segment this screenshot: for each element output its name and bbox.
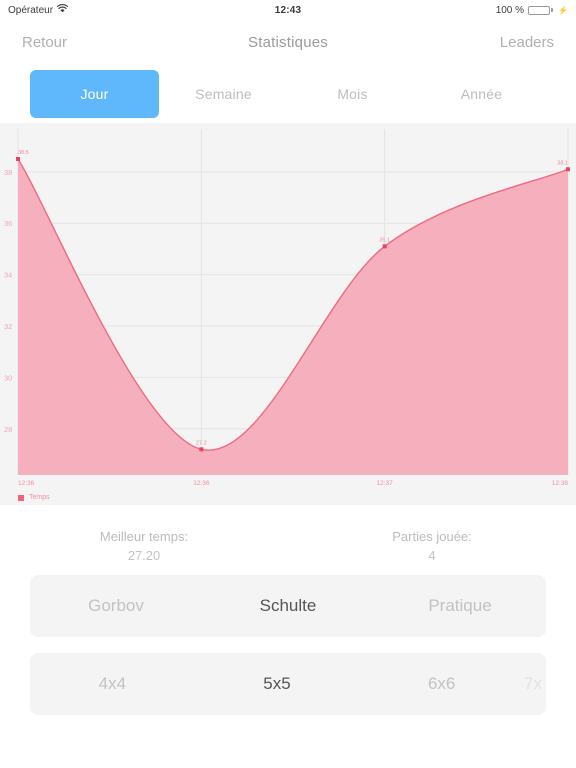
tab-annee[interactable]: Année <box>417 70 546 118</box>
page-title: Statistiques <box>248 33 328 51</box>
mode-option-pratique[interactable]: Pratique <box>374 596 546 616</box>
stat-best-time-value: 27.20 <box>127 548 161 563</box>
statistics-chart[interactable]: 38 36 34 32 30 28 12:36 12:36 12:37 12:38 38.5 27.2… <box>0 123 576 505</box>
svg-text:32: 32 <box>4 322 12 331</box>
status-bar-clock: 12:43 <box>274 4 302 16</box>
svg-text:27.2: 27.2 <box>196 440 207 446</box>
size-selector[interactable]: 4x4 5x5 6x6 7x <box>30 653 546 715</box>
wifi-icon <box>56 4 69 16</box>
svg-text:38.1: 38.1 <box>557 160 568 166</box>
battery-percent-label: 100 % <box>495 4 525 16</box>
stat-best-time-label: Meilleur temps: <box>99 529 189 544</box>
size-option-6x6[interactable]: 6x6 <box>359 674 524 694</box>
lightning-bolt-icon: ⚡ <box>558 5 569 15</box>
tab-jour[interactable]: Jour <box>30 69 159 118</box>
legend-swatch-temps <box>18 494 24 501</box>
carrier-label: Opérateur <box>8 4 54 16</box>
summary-stats: Meilleur temps: 27.20 Parties jouée: 4 <box>0 505 576 575</box>
battery-full-icon <box>528 5 554 15</box>
status-bar-right: 100 % ⚡ <box>301 5 568 16</box>
chart-canvas: 38 36 34 32 30 28 12:36 12:36 12:37 12:38 38.5 27.2… <box>0 123 576 505</box>
status-bar: Opérateur 12:43 100 % ⚡ <box>0 0 576 20</box>
size-option-4x4[interactable]: 4x4 <box>30 674 195 694</box>
mode-selector[interactable]: Gorbov Schulte Pratique <box>30 575 546 637</box>
svg-text:28: 28 <box>4 425 12 434</box>
svg-text:34: 34 <box>4 271 12 280</box>
status-bar-left: Opérateur <box>8 4 275 16</box>
selector-section: Gorbov Schulte Pratique 4x4 5x5 6x6 7x <box>0 575 576 715</box>
svg-text:12:38: 12:38 <box>552 480 569 487</box>
size-option-7x7[interactable]: 7x <box>524 674 546 694</box>
stat-games-played: Parties jouée: 4 <box>288 527 576 565</box>
period-tab-bar: Jour Semaine Mois Année <box>0 64 576 123</box>
tab-semaine[interactable]: Semaine <box>159 70 288 118</box>
svg-text:35.1: 35.1 <box>379 237 390 243</box>
svg-text:38: 38 <box>4 168 12 177</box>
svg-text:30: 30 <box>4 373 12 382</box>
tab-mois[interactable]: Mois <box>288 70 417 118</box>
leaders-button[interactable]: Leaders <box>328 34 554 51</box>
svg-text:12:37: 12:37 <box>377 480 394 487</box>
svg-text:12:36: 12:36 <box>18 480 35 487</box>
stat-games-played-value: 4 <box>428 548 436 563</box>
back-button[interactable]: Retour <box>22 34 248 51</box>
legend-label-temps: Temps <box>29 494 50 501</box>
navigation-bar: Retour Statistiques Leaders <box>0 20 576 64</box>
stat-best-time: Meilleur temps: 27.20 <box>0 527 288 565</box>
mode-option-schulte[interactable]: Schulte <box>202 596 374 616</box>
chart-legend: Temps <box>18 494 50 501</box>
size-option-5x5[interactable]: 5x5 <box>195 674 360 694</box>
svg-text:38.5: 38.5 <box>18 150 29 156</box>
svg-text:12:36: 12:36 <box>193 480 210 487</box>
stat-games-played-label: Parties jouée: <box>392 529 472 544</box>
svg-text:36: 36 <box>4 219 12 228</box>
mode-option-gorbov[interactable]: Gorbov <box>30 596 202 616</box>
